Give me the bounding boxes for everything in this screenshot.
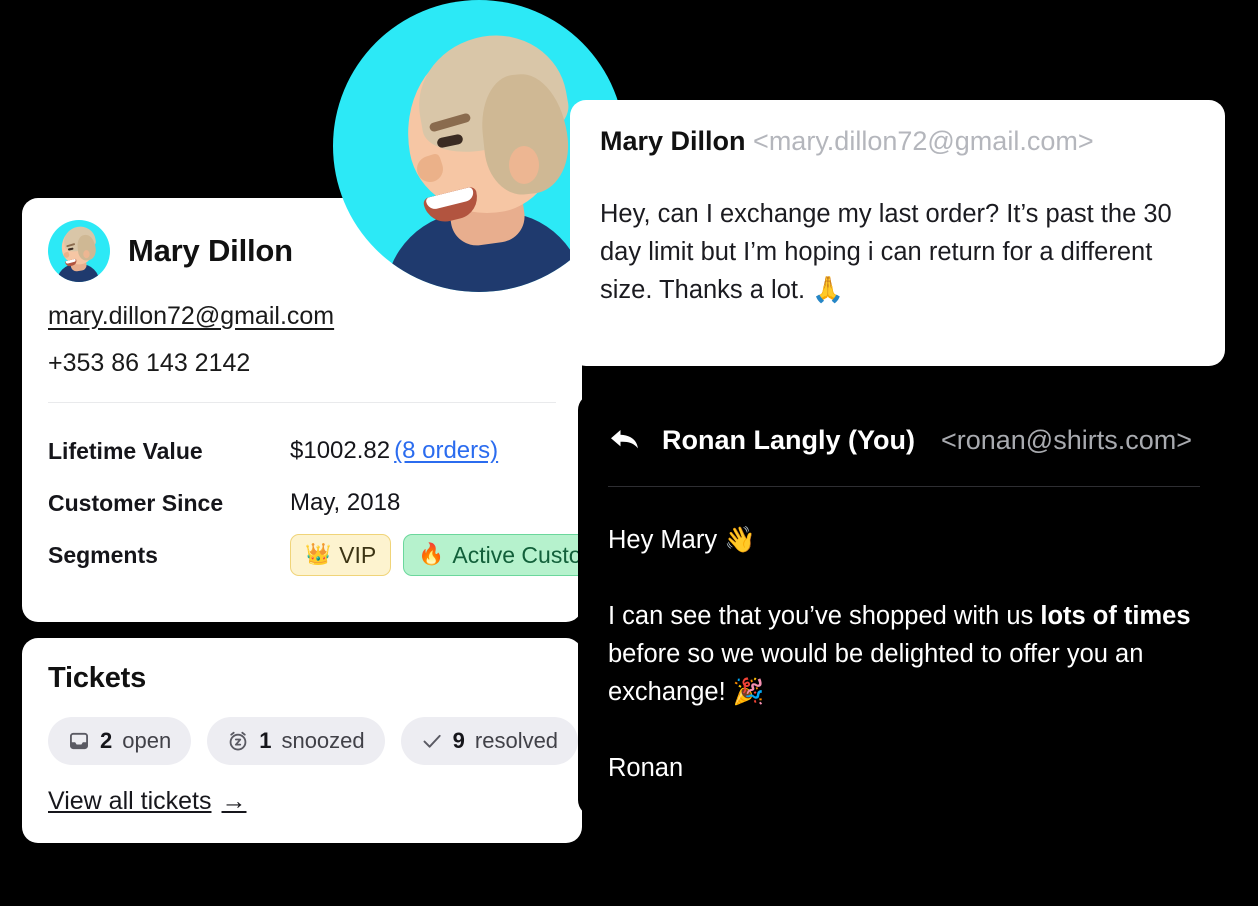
detail-row-lifetime-value: Lifetime Value $1002.82 (8 orders) (48, 425, 556, 477)
detail-label: Lifetime Value (48, 437, 203, 464)
tickets-title: Tickets (48, 662, 147, 694)
reply-message-body: Hey Mary 👋 I can see that you’ve shopped… (608, 521, 1200, 787)
reply-arrow-icon[interactable] (608, 425, 642, 455)
view-all-tickets-link[interactable]: View all tickets → (48, 787, 247, 816)
reply-message-header: Ronan Langly (You) <ronan@shirts.com> (608, 394, 1200, 486)
divider (608, 486, 1200, 487)
reply-message-card: Ronan Langly (You) <ronan@shirts.com> He… (578, 394, 1230, 816)
ticket-count: 9 (452, 728, 465, 753)
ticket-label: snoozed (281, 728, 365, 753)
reply-paragraph-pre: I can see that you’ve shopped with us (608, 602, 1041, 630)
incoming-sender-name: Mary Dillon (600, 126, 746, 156)
ticket-pill-snoozed[interactable]: 1 snoozed (207, 717, 385, 765)
reply-paragraph-bold: lots of times (1040, 602, 1191, 630)
snooze-clock-icon (227, 730, 249, 752)
ticket-label: open (122, 728, 172, 753)
fire-icon: 🔥 (418, 543, 445, 566)
detail-label: Segments (48, 541, 158, 568)
tickets-card: Tickets 2 open 1 snoozed 9 resolved View… (22, 638, 582, 843)
ticket-pill-open[interactable]: 2 open (48, 717, 192, 765)
inbox-icon (68, 730, 90, 752)
detail-value: May, 2018 (290, 489, 401, 516)
segments-list: 👑 VIP 🔥 Active Customer (290, 534, 582, 576)
reply-sender-email: <ronan@shirts.com> (940, 424, 1192, 455)
segment-pill-vip[interactable]: 👑 VIP (290, 534, 392, 576)
detail-row-customer-since: Customer Since May, 2018 (48, 477, 556, 529)
reply-sender-name: Ronan Langly (You) (662, 424, 915, 455)
incoming-message-header: Mary Dillon <mary.dillon72@gmail.com> (600, 126, 1195, 157)
avatar-portrait (48, 220, 100, 282)
customer-name: Mary Dillon (128, 233, 293, 268)
detail-value: $1002.82 (8 orders) (290, 437, 498, 465)
lifetime-value-amount: $1002.82 (290, 437, 391, 464)
detail-row-segments: Segments 👑 VIP 🔥 Active Customer (48, 529, 582, 581)
customer-phone: +353 86 143 2142 (48, 349, 251, 377)
incoming-sender-email: <mary.dillon72@gmail.com> (753, 126, 1094, 156)
ticket-pills: 2 open 1 snoozed 9 resolved (48, 717, 579, 765)
customer-details: Lifetime Value $1002.82 (8 orders) Custom… (22, 403, 582, 581)
customer-email-link[interactable]: mary.dillon72@gmail.com (48, 302, 334, 331)
segment-pill-active-customer[interactable]: 🔥 Active Customer (403, 534, 582, 576)
reply-paragraph-post: before so we would be delighted to offer… (608, 640, 1144, 706)
orders-link[interactable]: (8 orders) (394, 437, 498, 464)
ticket-pill-resolved[interactable]: 9 resolved (400, 717, 579, 765)
view-all-tickets-label: View all tickets (48, 787, 212, 815)
ticket-count: 2 (100, 728, 113, 753)
page-root: Mary Dillon mary.dillon72@gmail.com +353… (0, 0, 1258, 906)
reply-signature: Ronan (608, 754, 684, 782)
reply-greeting: Hey Mary 👋 (608, 526, 756, 554)
avatar (48, 220, 110, 282)
ticket-count: 1 (259, 728, 272, 753)
detail-label: Customer Since (48, 489, 224, 516)
incoming-message-body: Hey, can I exchange my last order? It’s … (600, 200, 1172, 304)
reply-paragraph: I can see that you’ve shopped with us lo… (608, 597, 1200, 711)
segment-label: VIP (339, 541, 377, 568)
incoming-message-card: Mary Dillon <mary.dillon72@gmail.com> He… (570, 100, 1225, 366)
ticket-label: resolved (474, 728, 559, 753)
arrow-right-icon: → (221, 787, 247, 815)
crown-icon: 👑 (305, 543, 332, 566)
segment-label: Active Customer (452, 541, 582, 568)
check-icon (421, 730, 443, 752)
